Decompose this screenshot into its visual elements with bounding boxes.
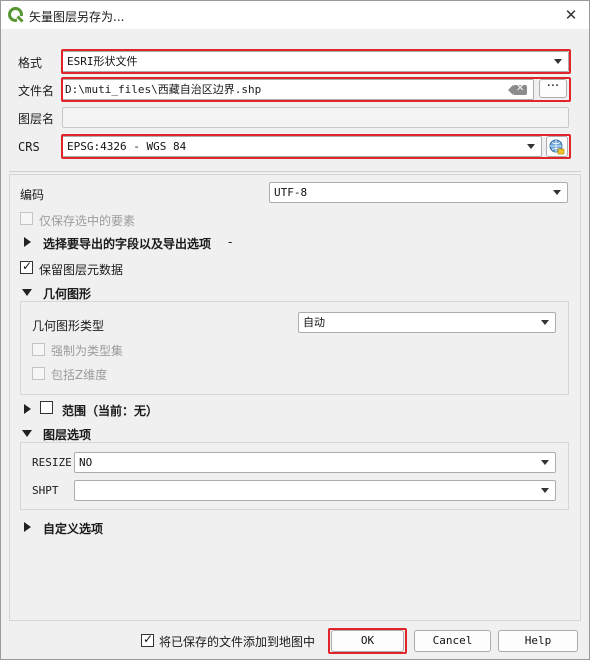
fields-section-suffix: - bbox=[228, 235, 233, 249]
qgis-logo-icon bbox=[8, 7, 24, 23]
clear-icon[interactable]: ✕ bbox=[508, 83, 527, 95]
add-to-map-checkbox[interactable]: ✓ bbox=[141, 632, 154, 647]
shpt-select[interactable] bbox=[74, 480, 556, 501]
include-z-checkbox[interactable] bbox=[32, 367, 45, 380]
crs-selector-button[interactable] bbox=[546, 136, 568, 157]
encoding-label: 编码 bbox=[20, 188, 45, 202]
filename-input[interactable]: D:\muti_files\西藏自治区边界.shp bbox=[62, 79, 534, 100]
expand-right-icon[interactable] bbox=[24, 237, 31, 247]
resize-select[interactable]: NO bbox=[74, 452, 556, 473]
save-selected-checkbox[interactable] bbox=[20, 212, 33, 225]
geometry-section-title[interactable]: 几何图形 bbox=[43, 285, 91, 302]
format-select[interactable]: ESRI形状文件 bbox=[62, 51, 569, 72]
keep-metadata-checkbox[interactable]: ✓ bbox=[20, 259, 33, 274]
cancel-button[interactable]: Cancel bbox=[414, 630, 491, 652]
layer-options-section-title[interactable]: 图层选项 bbox=[43, 426, 91, 443]
ok-button[interactable]: OK bbox=[331, 630, 404, 652]
checkmark-icon: ✓ bbox=[143, 632, 154, 646]
window-title: 矢量图层另存为... bbox=[29, 10, 125, 24]
help-button[interactable]: Help bbox=[498, 630, 578, 652]
save-vector-layer-dialog: 矢量图层另存为... ✕ 格式 ESRI形状文件 文件名 D:\muti_fil… bbox=[0, 0, 590, 660]
filename-label: 文件名 bbox=[18, 84, 55, 98]
globe-icon bbox=[549, 139, 565, 155]
force-multi-label: 强制为类型集 bbox=[51, 344, 124, 358]
layername-label: 图层名 bbox=[18, 112, 55, 126]
cancel-label: Cancel bbox=[432, 634, 473, 647]
format-label: 格式 bbox=[18, 56, 43, 70]
crs-select[interactable]: EPSG:4326 - WGS 84 bbox=[62, 136, 542, 157]
include-z-label: 包括Z维度 bbox=[51, 368, 108, 382]
chevron-down-icon bbox=[527, 144, 535, 149]
collapse-down-icon[interactable] bbox=[22, 430, 32, 437]
add-to-map-label: 将已保存的文件添加到地图中 bbox=[159, 635, 316, 649]
keep-metadata-label: 保留图层元数据 bbox=[39, 263, 124, 277]
collapse-down-icon[interactable] bbox=[22, 289, 32, 296]
chevron-down-icon bbox=[541, 488, 549, 493]
ok-label: OK bbox=[360, 634, 375, 647]
chevron-down-icon bbox=[541, 320, 549, 325]
chevron-down-icon bbox=[541, 460, 549, 465]
extent-checkbox[interactable] bbox=[40, 401, 53, 414]
expand-right-icon[interactable] bbox=[24, 522, 31, 532]
save-selected-label: 仅保存选中的要素 bbox=[39, 214, 136, 228]
geometry-type-label: 几何图形类型 bbox=[32, 319, 105, 333]
title-bar: 矢量图层另存为... ✕ bbox=[1, 1, 589, 29]
force-multi-checkbox[interactable] bbox=[32, 343, 45, 356]
geometry-type-value: 自动 bbox=[303, 316, 325, 329]
chevron-down-icon bbox=[554, 59, 562, 64]
chevron-down-icon bbox=[553, 190, 561, 195]
help-label: Help bbox=[524, 634, 552, 647]
crs-label: CRS bbox=[18, 140, 40, 154]
fields-section-title[interactable]: 选择要导出的字段以及导出选项 bbox=[43, 235, 211, 252]
crs-value: EPSG:4326 - WGS 84 bbox=[67, 140, 187, 153]
layername-input[interactable] bbox=[62, 107, 569, 128]
custom-section-title[interactable]: 自定义选项 bbox=[43, 520, 103, 537]
resize-value: NO bbox=[79, 456, 93, 469]
layer-option-key: RESIZE bbox=[32, 456, 72, 469]
browse-label: ··· bbox=[546, 79, 560, 94]
checkmark-icon: ✓ bbox=[22, 259, 33, 273]
filename-value: D:\muti_files\西藏自治区边界.shp bbox=[65, 83, 262, 96]
close-button[interactable]: ✕ bbox=[561, 5, 581, 25]
expand-right-icon[interactable] bbox=[24, 404, 31, 414]
geometry-type-select[interactable]: 自动 bbox=[298, 312, 556, 333]
encoding-value: UTF-8 bbox=[274, 186, 308, 199]
extent-section-title[interactable]: 范围（当前：无） bbox=[62, 402, 158, 419]
encoding-select[interactable]: UTF-8 bbox=[269, 182, 568, 203]
divider bbox=[9, 171, 581, 172]
format-value: ESRI形状文件 bbox=[67, 55, 138, 68]
layer-option-key: SHPT bbox=[32, 484, 59, 497]
browse-button[interactable]: ··· bbox=[539, 79, 567, 98]
